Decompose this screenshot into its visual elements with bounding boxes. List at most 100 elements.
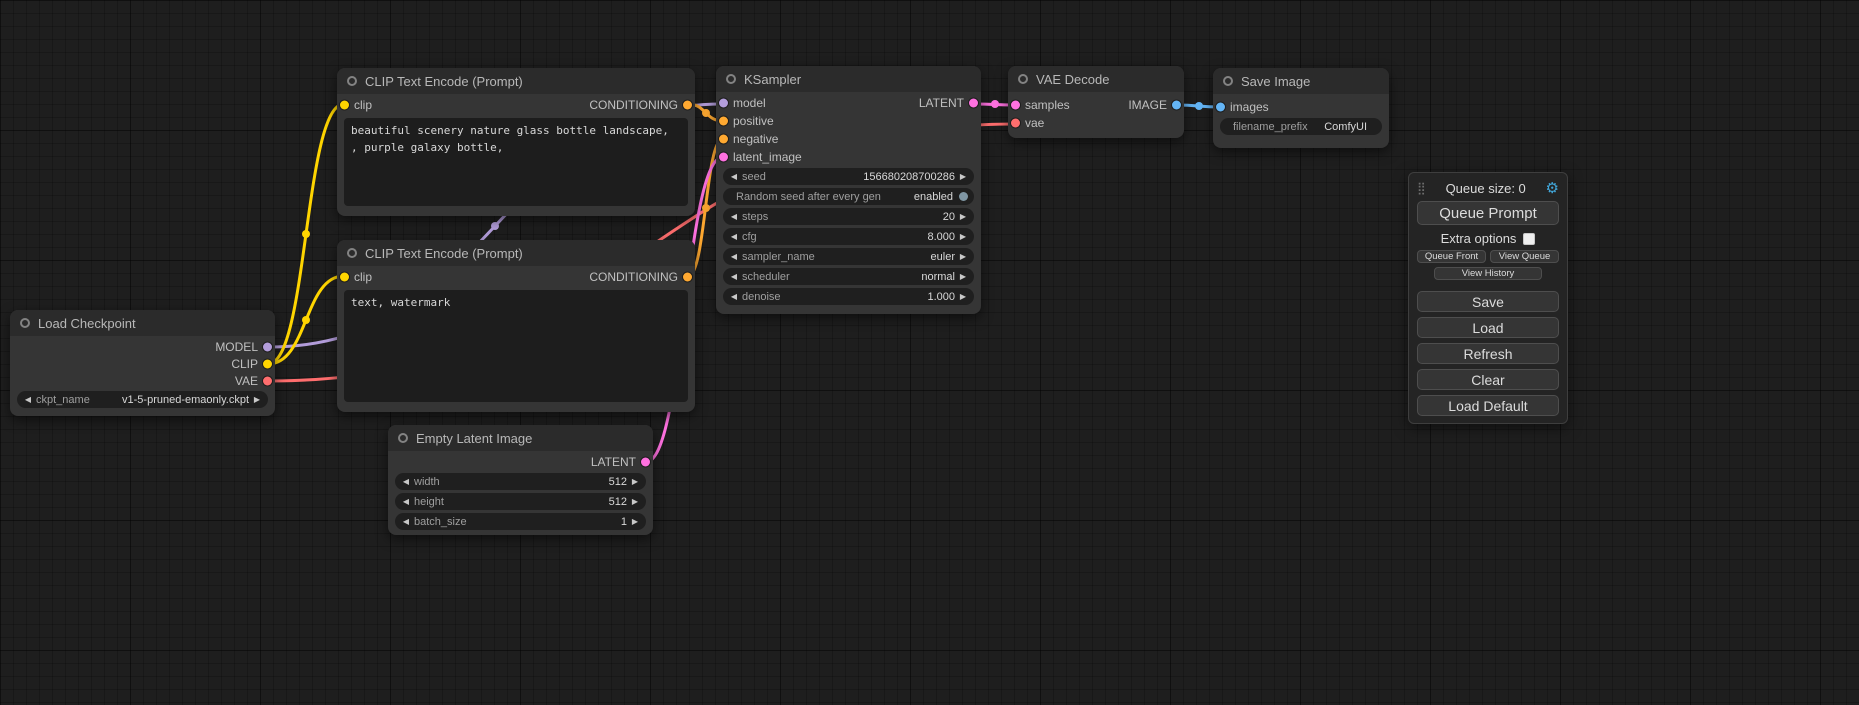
clear-button[interactable]: Clear [1417,369,1559,390]
negative-prompt-textarea[interactable]: text, watermark [344,290,688,402]
steps-widget[interactable]: ◀ steps 20 ▶ [723,208,974,225]
conditioning-output-port[interactable] [683,273,692,282]
decrement-icon[interactable]: ◀ [728,213,740,221]
node-title-bar[interactable]: VAE Decode [1008,66,1184,92]
view-history-button[interactable]: View History [1434,267,1542,280]
decrement-icon[interactable]: ◀ [400,498,412,506]
increment-icon[interactable]: ▶ [629,518,641,526]
model-output-port[interactable] [263,342,272,351]
node-save-image[interactable]: Save Image images filename_prefix ComfyU… [1213,68,1389,148]
node-title: Save Image [1241,74,1310,89]
node-title-bar[interactable]: Empty Latent Image [388,425,653,451]
collapse-dot-icon[interactable] [726,74,736,84]
node-title-bar[interactable]: KSampler [716,66,981,92]
node-clip-text-encode-positive[interactable]: CLIP Text Encode (Prompt) clip CONDITION… [337,68,695,216]
latent-image-input-port[interactable] [719,153,728,162]
image-output-port[interactable] [1172,101,1181,110]
widget-label: seed [742,171,766,183]
toggle-knob[interactable] [959,192,968,201]
height-widget[interactable]: ◀ height 512 ▶ [395,493,646,510]
save-button[interactable]: Save [1417,291,1559,312]
decrement-icon[interactable]: ◀ [400,478,412,486]
increment-icon[interactable]: ▶ [629,478,641,486]
extra-options-label: Extra options [1441,231,1517,246]
decrement-icon[interactable]: ◀ [728,173,740,181]
decrement-icon[interactable]: ◀ [728,253,740,261]
collapse-dot-icon[interactable] [1223,76,1233,86]
widget-value: enabled [914,191,953,203]
increment-icon[interactable]: ▶ [957,173,969,181]
collapse-dot-icon[interactable] [347,248,357,258]
node-empty-latent-image[interactable]: Empty Latent Image LATENT ◀ width 512 ▶ … [388,425,653,535]
collapse-dot-icon[interactable] [1018,74,1028,84]
clip-input-port[interactable] [340,273,349,282]
node-title-bar[interactable]: Save Image [1213,68,1389,94]
vae-output-port[interactable] [263,376,272,385]
width-widget[interactable]: ◀ width 512 ▶ [395,473,646,490]
increment-icon[interactable]: ▶ [251,396,263,404]
decrement-icon[interactable]: ◀ [22,396,34,404]
refresh-button[interactable]: Refresh [1417,343,1559,364]
node-title: VAE Decode [1036,72,1109,87]
decrement-icon[interactable]: ◀ [728,273,740,281]
drag-handle-icon[interactable]: ⣿ [1417,181,1426,195]
node-title-bar[interactable]: CLIP Text Encode (Prompt) [337,240,695,266]
settings-gear-icon[interactable]: ⚙ [1546,181,1559,196]
queue-front-button[interactable]: Queue Front [1417,250,1486,263]
node-title-bar[interactable]: Load Checkpoint [10,310,275,336]
node-ksampler[interactable]: KSampler model LATENT positive negative … [716,66,981,314]
increment-icon[interactable]: ▶ [629,498,641,506]
increment-icon[interactable]: ▶ [957,273,969,281]
cfg-widget[interactable]: ◀ cfg 8.000 ▶ [723,228,974,245]
collapse-dot-icon[interactable] [20,318,30,328]
scheduler-widget[interactable]: ◀ scheduler normal ▶ [723,268,974,285]
widget-label: Random seed after every gen [736,191,881,203]
denoise-widget[interactable]: ◀ denoise 1.000 ▶ [723,288,974,305]
positive-prompt-textarea[interactable]: beautiful scenery nature glass bottle la… [344,118,688,206]
random-seed-toggle-widget[interactable]: Random seed after every gen enabled [723,188,974,205]
clip-output-port[interactable] [263,359,272,368]
load-default-button[interactable]: Load Default [1417,395,1559,416]
clip-input-port[interactable] [340,101,349,110]
images-input-port[interactable] [1216,103,1225,112]
increment-icon[interactable]: ▶ [957,213,969,221]
port-label: clip [354,270,372,284]
decrement-icon[interactable]: ◀ [728,233,740,241]
queue-prompt-button[interactable]: Queue Prompt [1417,201,1559,225]
widget-value: ComfyUI [1324,121,1367,133]
positive-input-port[interactable] [719,117,728,126]
filename-prefix-widget[interactable]: filename_prefix ComfyUI [1220,118,1382,135]
node-load-checkpoint[interactable]: Load Checkpoint MODEL CLIP VAE ◀ ckpt_na… [10,310,275,416]
node-title-bar[interactable]: CLIP Text Encode (Prompt) [337,68,695,94]
sampler-name-widget[interactable]: ◀ sampler_name euler ▶ [723,248,974,265]
collapse-dot-icon[interactable] [398,433,408,443]
decrement-icon[interactable]: ◀ [400,518,412,526]
widget-label: sampler_name [742,251,815,263]
collapse-dot-icon[interactable] [347,76,357,86]
increment-icon[interactable]: ▶ [957,233,969,241]
model-input-port[interactable] [719,99,728,108]
increment-icon[interactable]: ▶ [957,293,969,301]
widget-value: euler [931,251,955,263]
batch-size-widget[interactable]: ◀ batch_size 1 ▶ [395,513,646,530]
extra-options-checkbox[interactable] [1523,233,1535,245]
negative-input-port[interactable] [719,135,728,144]
node-title: Load Checkpoint [38,316,136,331]
vae-input-port[interactable] [1011,119,1020,128]
increment-icon[interactable]: ▶ [957,253,969,261]
widget-label: steps [742,211,768,223]
port-label: LATENT [591,455,636,469]
decrement-icon[interactable]: ◀ [728,293,740,301]
node-clip-text-encode-negative[interactable]: CLIP Text Encode (Prompt) clip CONDITION… [337,240,695,412]
seed-widget[interactable]: ◀ seed 156680208700286 ▶ [723,168,974,185]
latent-output-port[interactable] [641,458,650,467]
widget-value: 1 [621,516,627,528]
conditioning-output-port[interactable] [683,101,692,110]
view-queue-button[interactable]: View Queue [1490,250,1559,263]
latent-output-port[interactable] [969,99,978,108]
load-button[interactable]: Load [1417,317,1559,338]
port-label: positive [733,114,774,128]
node-vae-decode[interactable]: VAE Decode samples IMAGE vae [1008,66,1184,138]
samples-input-port[interactable] [1011,101,1020,110]
ckpt-name-widget[interactable]: ◀ ckpt_name v1-5-pruned-emaonly.ckpt ▶ [17,391,268,408]
